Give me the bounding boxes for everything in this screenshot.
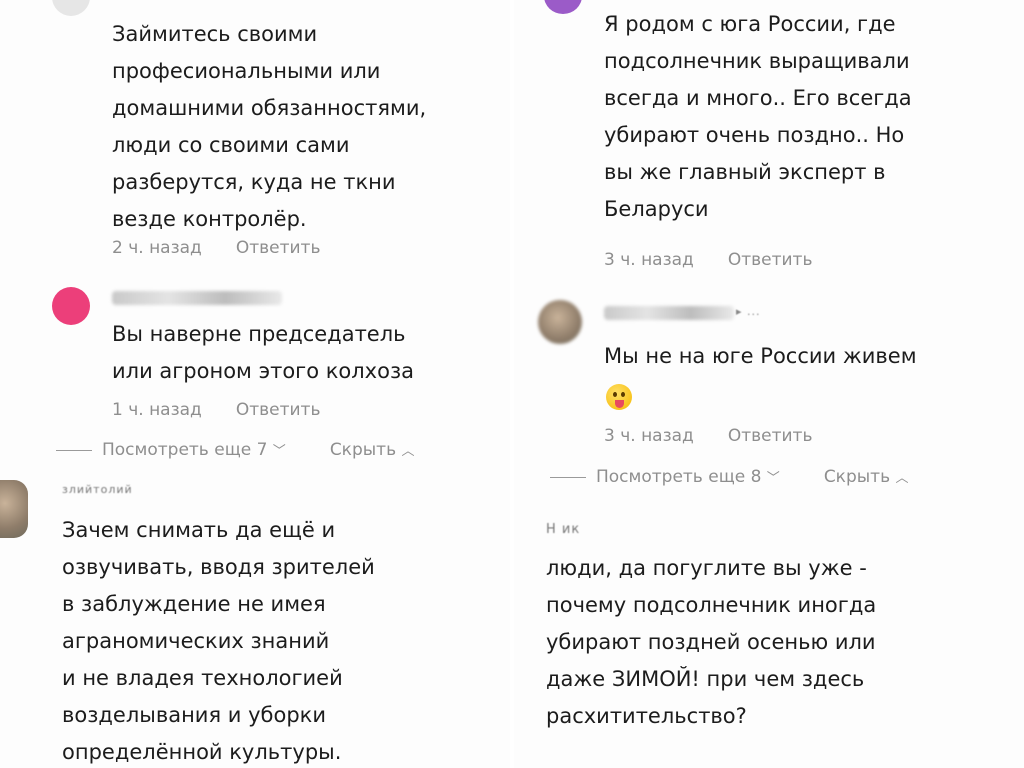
comment-meta: 3 ч. назад Ответить [604,426,812,446]
comment-text: Займитесь своими професиональными или до… [112,22,427,231]
thread-line [56,449,92,451]
comment-meta: 1 ч. назад Ответить [112,400,320,420]
avatar[interactable] [538,300,582,344]
show-more-label: Посмотреть еще 7 [102,440,268,460]
comment-meta: 2 ч. назад Ответить [112,238,320,258]
comment-text: Я родом с юга России, где подсолнечник в… [604,12,912,221]
chevron-down-icon: ﹀ [766,471,780,486]
tongue-emoji-icon [606,384,632,410]
chevron-up-icon: ︿ [895,471,909,486]
comment-text: люди, да погуглите вы уже - почему подсо… [546,556,877,728]
hide-label: Скрыть [823,467,891,487]
hide-replies-button[interactable]: Скрыть ︿ [330,440,415,460]
comment-time: 2 ч. назад [112,238,202,258]
author-name[interactable]: Н ик [546,522,580,537]
author-name-suffix: ▸ ... [736,305,761,318]
show-more-label: Посмотреть еще 8 [596,467,762,487]
right-comments-panel: \ Я родом с юга России, где подсолнечник… [514,0,1024,768]
hide-replies-button[interactable]: Скрыть ︿ [824,467,909,487]
reply-button[interactable]: Ответить [236,238,321,258]
author-name-blurred[interactable] [604,306,734,320]
chevron-down-icon: ﹀ [272,444,286,459]
comment-time: 3 ч. назад [604,250,694,270]
show-more-replies-button[interactable]: Посмотреть еще 7 ﹀ [102,440,286,460]
comment-text: Вы наверне председатель или агроном этог… [112,322,414,383]
show-more-replies-button[interactable]: Посмотреть еще 8 ﹀ [596,467,780,487]
thread-line [550,476,586,478]
comment-meta: 3 ч. назад Ответить [604,250,812,270]
left-comments-panel: Займитесь своими професиональными или до… [0,0,510,768]
author-name-blurred[interactable] [112,291,282,305]
thread-controls: Посмотреть еще 8 ﹀ Скрыть ︿ [550,467,909,487]
thread-controls: Посмотреть еще 7 ﹀ Скрыть ︿ [56,440,415,460]
comment-time: 3 ч. назад [604,426,694,446]
author-name[interactable]: злийтолий [62,483,133,496]
reply-button[interactable]: Ответить [728,250,813,270]
avatar[interactable] [52,0,90,16]
chevron-up-icon: ︿ [401,444,415,459]
hide-label: Скрыть [329,440,397,460]
reply-button[interactable]: Ответить [728,426,813,446]
avatar[interactable] [0,480,28,538]
reply-button[interactable]: Ответить [236,400,321,420]
comment-text: Мы не на юге России живем [604,344,917,368]
avatar[interactable] [544,0,582,14]
comment-text: Зачем снимать да ещё и озвучивать, вводя… [62,518,375,764]
comment-time: 1 ч. назад [112,400,202,420]
avatar[interactable] [52,287,90,325]
